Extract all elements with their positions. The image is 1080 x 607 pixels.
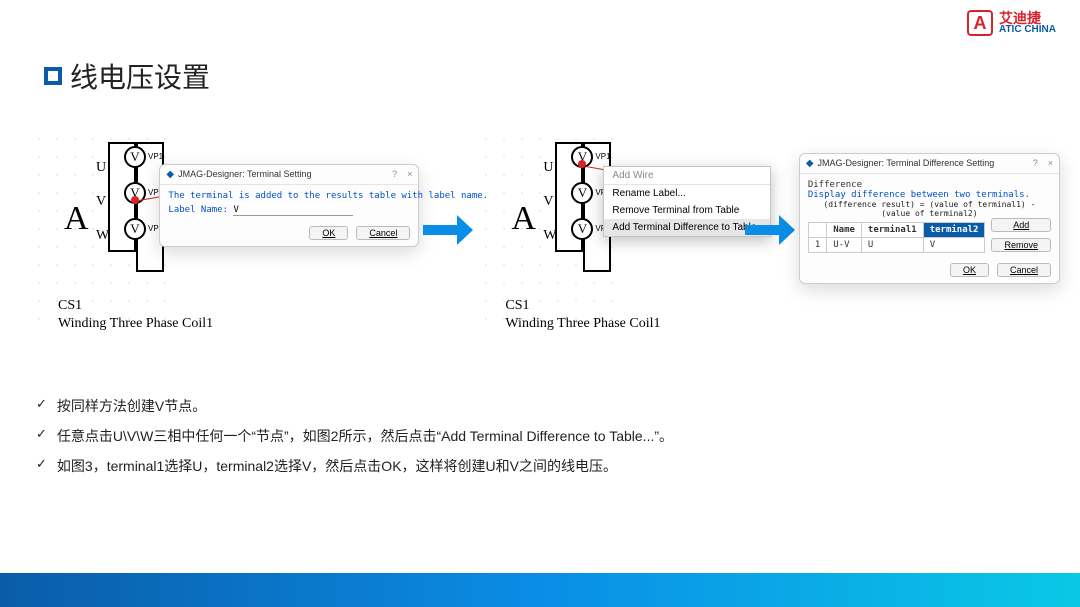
voltage-probe-icon[interactable]: V: [124, 146, 146, 168]
close-button[interactable]: ×: [1048, 158, 1053, 168]
cancel-button[interactable]: Cancel: [997, 263, 1051, 277]
page-title: 线电压设置: [70, 56, 210, 96]
check-icon: ✓: [36, 396, 47, 416]
dialog-info-text: The terminal is added to the results tab…: [168, 191, 410, 201]
arrow-right-icon: [745, 215, 795, 245]
menu-item-rename-label[interactable]: Rename Label...: [604, 185, 770, 202]
vp-label: VP1: [595, 152, 610, 161]
dialog-titlebar: ◆ JMAG-Designer: Terminal Setting ? ×: [160, 165, 418, 185]
voltage-probe-icon[interactable]: V: [124, 218, 146, 240]
help-button[interactable]: ?: [392, 169, 397, 179]
app-icon: ◆: [166, 169, 174, 180]
label-name-input[interactable]: [233, 205, 353, 216]
phase-label-u: U: [96, 160, 106, 176]
brand-text: 艾迪捷 ATIC CHINA: [999, 11, 1056, 35]
phase-label-v: V: [96, 194, 106, 210]
cs1-label: CS1: [505, 298, 529, 314]
footer-strip: [0, 573, 1080, 607]
vp-label: VP1: [148, 152, 163, 161]
circuit-diagram-left: A U V W V V V VP1 VP2 VP3 CS1 Winding Th…: [30, 130, 177, 330]
winding-label: Winding Three Phase Coil1: [505, 316, 660, 332]
bullet-list: ✓ 按同样方法创建V节点。 ✓ 任意点击U\V\W三相中任何一个“节点”，如图2所示…: [36, 396, 1040, 486]
col-name: Name: [827, 222, 862, 237]
help-button[interactable]: ?: [1033, 158, 1038, 168]
brand: A 艾迪捷 ATIC CHINA: [967, 10, 1056, 36]
check-icon: ✓: [36, 456, 47, 476]
circuit-diagram-right: A U V W V V V VP1 VP2 VP3 CS1 Winding Th…: [477, 130, 624, 330]
ok-button[interactable]: OK: [309, 226, 348, 240]
bullet-text: 按同样方法创建V节点。: [57, 396, 206, 416]
phase-label-w: W: [96, 228, 109, 244]
arrow-right-icon: [423, 215, 473, 245]
cell-name[interactable]: U-V: [827, 237, 862, 252]
dialog-terminal-diff: ◆ JMAG-Designer: Terminal Difference Set…: [799, 153, 1060, 284]
bullet-text: 任意点击U\V\W三相中任何一个“节点”，如图2所示，然后点击“Add Term…: [57, 426, 673, 446]
list-item: ✓ 按同样方法创建V节点。: [36, 396, 1040, 416]
cs1-label: CS1: [58, 298, 82, 314]
dialog-titlebar: ◆ JMAG-Designer: Terminal Difference Set…: [800, 154, 1059, 174]
section-label: Difference: [808, 180, 1051, 190]
formula-text: (difference result) = (value of terminal…: [808, 200, 1051, 218]
node-dot-icon[interactable]: [131, 196, 139, 204]
figures-row: A U V W V V V VP1 VP2 VP3 CS1 Winding Th…: [30, 120, 1060, 340]
app-icon: ◆: [806, 158, 814, 169]
phase-label-v: V: [543, 194, 553, 210]
remove-button[interactable]: Remove: [991, 238, 1051, 252]
ok-button[interactable]: OK: [950, 263, 989, 277]
slide-title-row: 线电压设置: [44, 56, 210, 96]
col-terminal1: terminal1: [861, 222, 923, 237]
dialog-terminal-setting: ◆ JMAG-Designer: Terminal Setting ? × Th…: [159, 164, 419, 247]
input-label: Label Name:: [168, 205, 228, 215]
cancel-button[interactable]: Cancel: [356, 226, 410, 240]
dialog-title: JMAG-Designer: Terminal Setting: [178, 169, 311, 179]
dialog-title: JMAG-Designer: Terminal Difference Setti…: [818, 158, 995, 168]
add-button[interactable]: Add: [991, 218, 1051, 232]
brand-logo-icon: A: [967, 10, 993, 36]
phase-label-w: W: [543, 228, 556, 244]
col-terminal2: terminal2: [923, 222, 985, 237]
cell-terminal2[interactable]: V: [923, 237, 985, 252]
list-item: ✓ 如图3，terminal1选择U，terminal2选择V，然后点击OK，这样…: [36, 456, 1040, 476]
brand-name-en: ATIC CHINA: [999, 25, 1056, 35]
bullet-text: 如图3，terminal1选择U，terminal2选择V，然后点击OK，这样将…: [57, 456, 617, 476]
diff-table: Name terminal1 terminal2 1 U-V U V: [808, 222, 986, 253]
check-icon: ✓: [36, 426, 47, 446]
row-index: 1: [808, 237, 826, 252]
phase-label-u: U: [543, 160, 553, 176]
ammeter-label: A: [64, 200, 89, 238]
close-button[interactable]: ×: [407, 169, 412, 179]
ammeter-label: A: [511, 200, 536, 238]
table-row: 1 U-V U V: [808, 237, 985, 252]
list-item: ✓ 任意点击U\V\W三相中任何一个“节点”，如图2所示，然后点击“Add Ter…: [36, 426, 1040, 446]
context-menu-header: Add Wire: [604, 167, 770, 185]
winding-label: Winding Three Phase Coil1: [58, 316, 213, 332]
title-bullet-icon: [44, 67, 62, 85]
cell-terminal1[interactable]: U: [861, 237, 923, 252]
brand-name-cn: 艾迪捷: [999, 11, 1056, 25]
dialog-desc: Display difference between two terminals…: [808, 190, 1051, 200]
